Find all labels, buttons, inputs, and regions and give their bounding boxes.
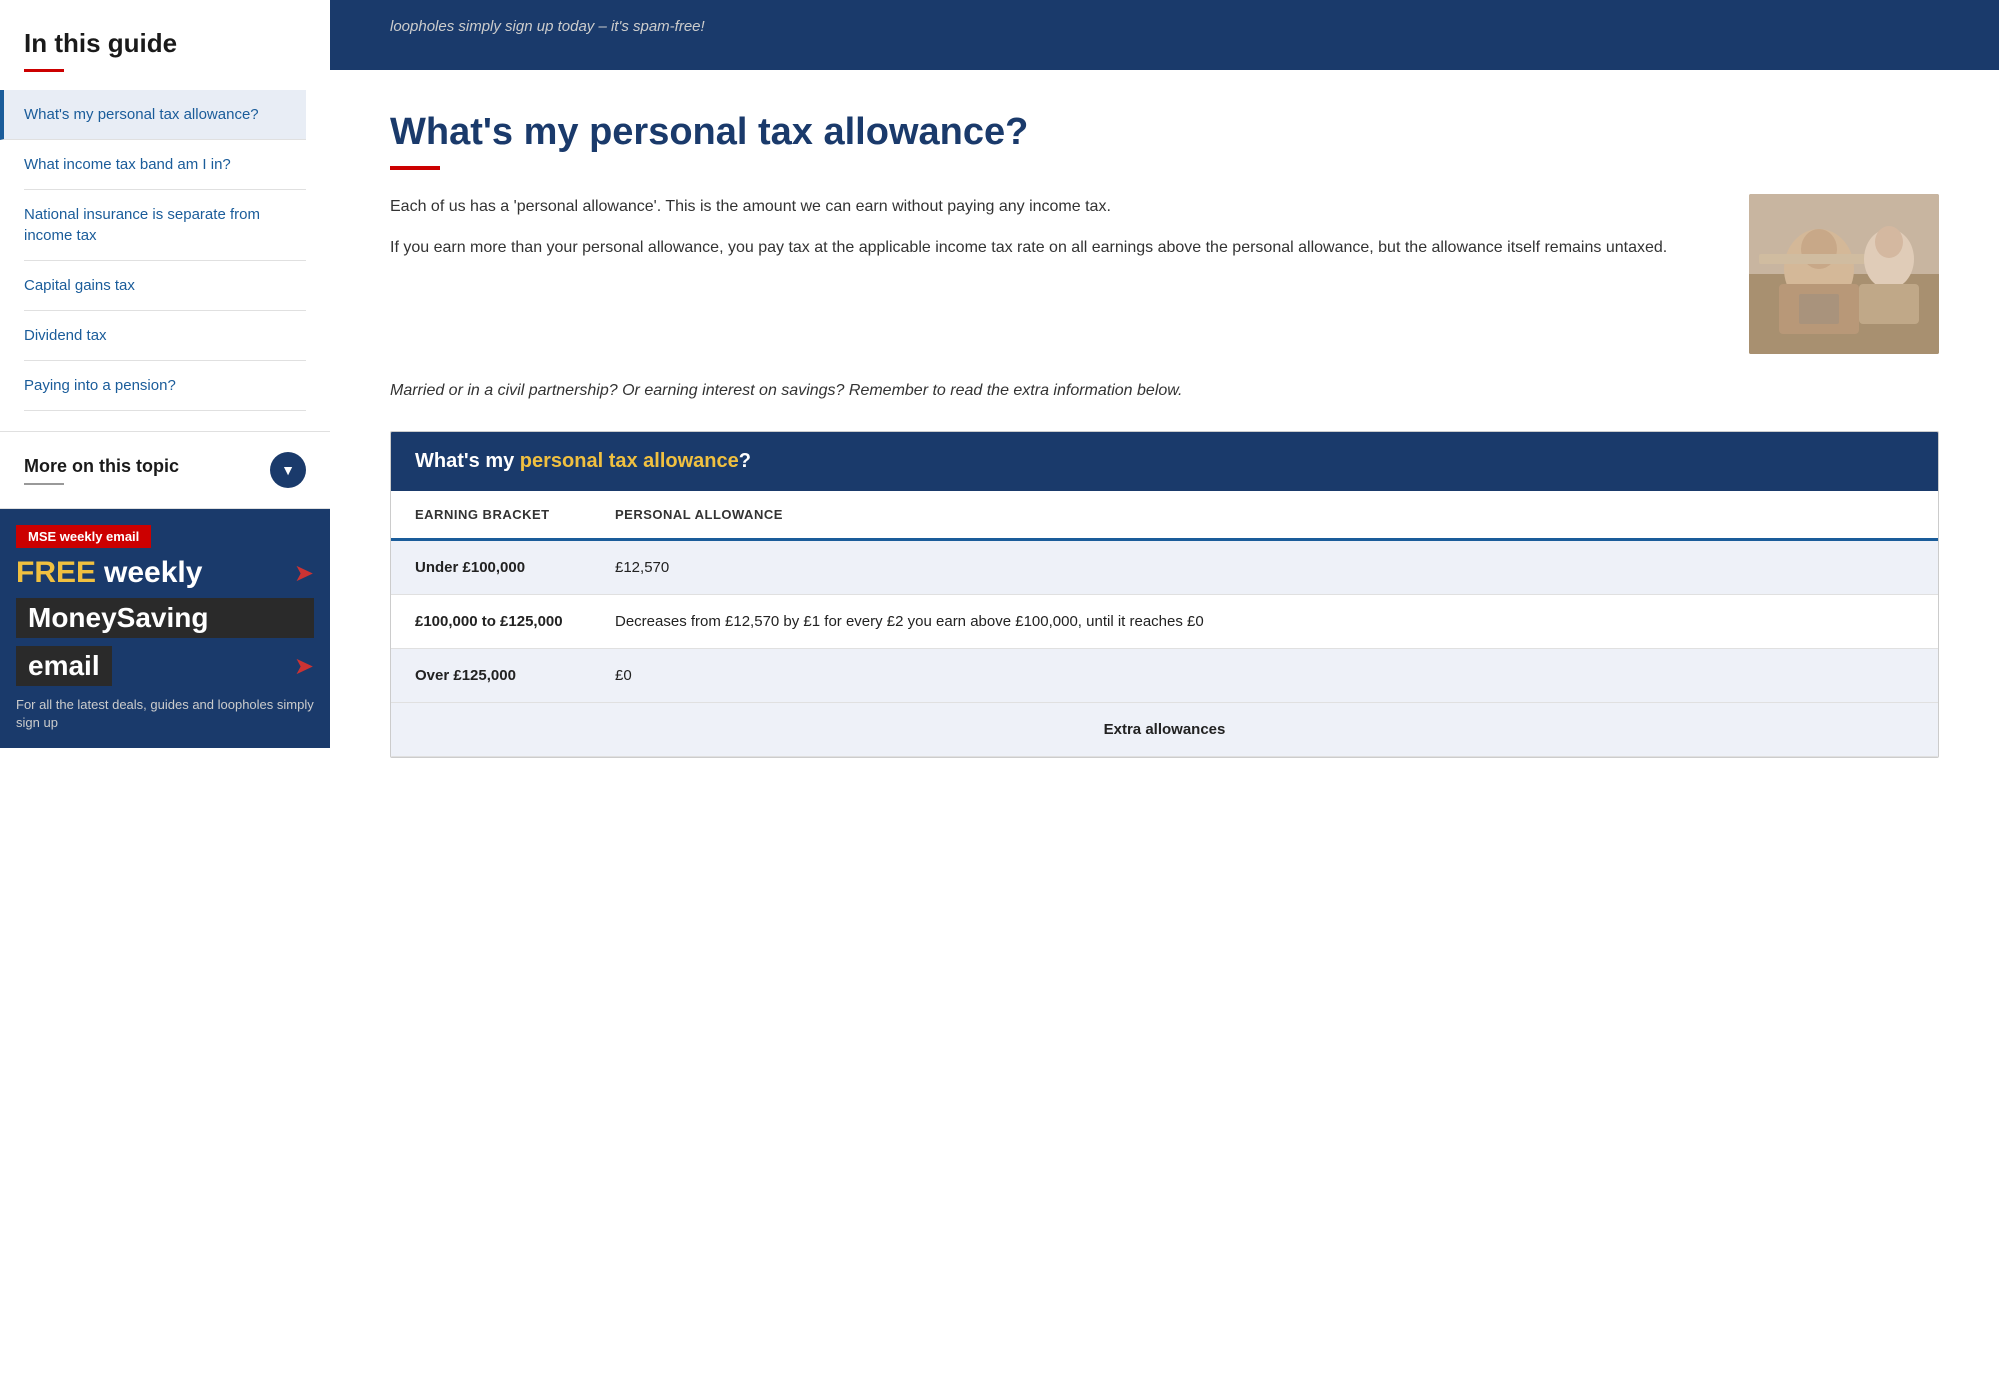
promo-free-label: FREE [16, 556, 96, 590]
guide-title: In this guide [24, 28, 306, 59]
guide-title-underline [24, 69, 64, 72]
main-content: loopholes simply sign up today – it's sp… [330, 0, 1999, 1386]
article-intro: Each of us has a 'personal allowance'. T… [390, 194, 1939, 354]
table-heading-white: What's my [415, 450, 520, 472]
article-text-block: Each of us has a 'personal allowance'. T… [390, 194, 1719, 354]
sidebar-nav-link-2[interactable]: National insurance is separate from inco… [24, 190, 306, 260]
sidebar-nav-link-3[interactable]: Capital gains tax [24, 261, 306, 310]
allowance-table: EARNING BRACKET PERSONAL ALLOWANCE Under… [391, 491, 1938, 757]
allowance-cell-1: Decreases from £12,570 by £1 for every £… [591, 595, 1938, 649]
allowance-cell-0: £12,570 [591, 540, 1938, 595]
table-header-bar: What's my personal tax allowance? [391, 432, 1938, 491]
promo-weekly-label: weekly [104, 556, 202, 590]
table-body: Under £100,000£12,570£100,000 to £125,00… [391, 540, 1938, 757]
guide-nav: What's my personal tax allowance?What in… [24, 90, 306, 411]
article-title: What's my personal tax allowance? [390, 110, 1939, 156]
col-header-allowance: PERSONAL ALLOWANCE [591, 491, 1938, 540]
table-heading: What's my personal tax allowance? [415, 450, 1914, 473]
table-head: EARNING BRACKET PERSONAL ALLOWANCE [391, 491, 1938, 540]
article-image [1749, 194, 1939, 354]
table-heading-end: ? [739, 450, 751, 472]
more-topic-title: More on this topic [24, 456, 179, 477]
more-topic-underline [24, 483, 64, 485]
promo-moneysaving-label: MoneySaving [16, 598, 314, 638]
table-row-0: Under £100,000£12,570 [391, 540, 1938, 595]
extra-allowances-cell: Extra allowances [391, 703, 1938, 757]
table-header-row: EARNING BRACKET PERSONAL ALLOWANCE [391, 491, 1938, 540]
allowance-table-container: What's my personal tax allowance? EARNIN… [390, 431, 1939, 758]
more-on-this-topic-section: More on this topic [0, 432, 330, 509]
promo-free-line: FREE weekly ➤ [0, 548, 330, 590]
promo-description: For all the latest deals, guides and loo… [0, 686, 330, 748]
promo-send-icon: ➤ [294, 652, 314, 681]
sidebar-nav-link-5[interactable]: Paying into a pension? [24, 361, 306, 410]
promo-email-label: email [16, 646, 112, 686]
sidebar-nav-item-5[interactable]: Paying into a pension? [24, 361, 306, 411]
article-title-underline [390, 166, 440, 170]
sidebar-nav-item-2[interactable]: National insurance is separate from inco… [24, 190, 306, 261]
table-row-1: £100,000 to £125,000Decreases from £12,5… [391, 595, 1938, 649]
sidebar-nav-item-3[interactable]: Capital gains tax [24, 261, 306, 311]
email-promo-section: MSE weekly email FREE weekly ➤ MoneySavi… [0, 509, 330, 748]
article: What's my personal tax allowance? Each o… [330, 70, 1999, 1386]
top-banner: loopholes simply sign up today – it's sp… [330, 0, 1999, 70]
more-topic-chevron-button[interactable] [270, 452, 306, 488]
mse-badge: MSE weekly email [16, 525, 151, 548]
sidebar-nav-item-1[interactable]: What income tax band am I in? [24, 140, 306, 190]
table-heading-highlight: personal tax allowance [520, 450, 739, 472]
sidebar: In this guide What's my personal tax all… [0, 0, 330, 1386]
article-image-placeholder [1749, 194, 1939, 354]
article-italic-note: Married or in a civil partnership? Or ea… [390, 378, 1939, 404]
sidebar-nav-item-0[interactable]: What's my personal tax allowance? [0, 90, 306, 140]
top-banner-text: loopholes simply sign up today – it's sp… [390, 16, 1939, 39]
col-header-bracket: EARNING BRACKET [391, 491, 591, 540]
bracket-cell-1: £100,000 to £125,000 [391, 595, 591, 649]
allowance-cell-2: £0 [591, 649, 1938, 703]
guide-section: In this guide What's my personal tax all… [0, 0, 330, 432]
bracket-cell-2: Over £125,000 [391, 649, 591, 703]
table-extra-row: Extra allowances [391, 703, 1938, 757]
promo-arrow-right-icon: ➤ [294, 559, 314, 588]
sidebar-nav-link-1[interactable]: What income tax band am I in? [24, 140, 306, 189]
sidebar-nav-link-0[interactable]: What's my personal tax allowance? [24, 90, 306, 139]
table-row-2: Over £125,000£0 [391, 649, 1938, 703]
sidebar-nav-link-4[interactable]: Dividend tax [24, 311, 306, 360]
bracket-cell-0: Under £100,000 [391, 540, 591, 595]
more-topic-text-block: More on this topic [24, 456, 179, 485]
sidebar-nav-item-4[interactable]: Dividend tax [24, 311, 306, 361]
article-para-2: If you earn more than your personal allo… [390, 235, 1719, 261]
promo-email-line: email ➤ [0, 638, 330, 686]
article-para-1: Each of us has a 'personal allowance'. T… [390, 194, 1719, 220]
